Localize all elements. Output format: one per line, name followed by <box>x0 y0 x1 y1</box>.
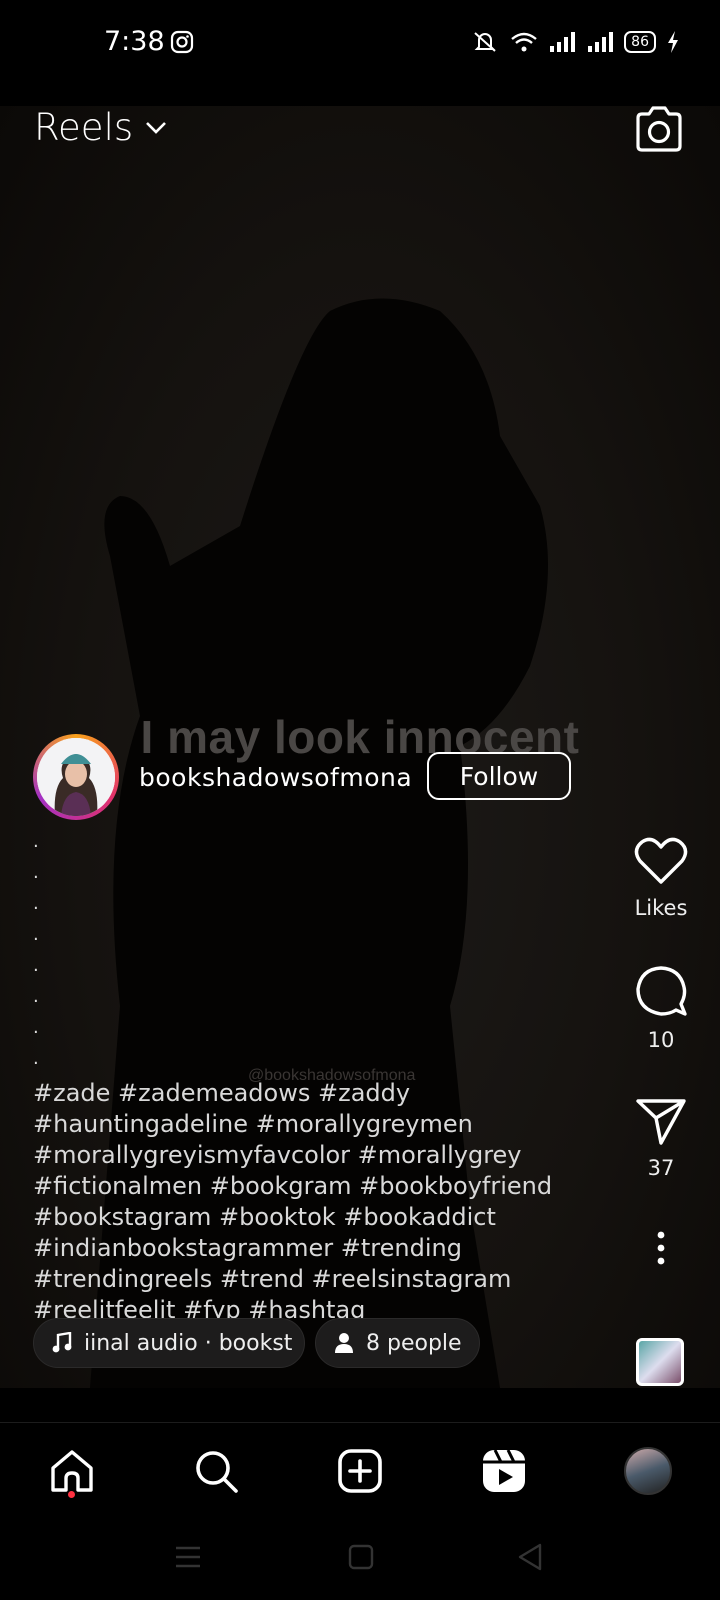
avatar-illustration <box>37 738 115 816</box>
comments-count: 10 <box>647 1028 675 1052</box>
charging-icon <box>668 31 678 53</box>
people-pill[interactable]: 8 people <box>315 1318 480 1368</box>
heart-icon[interactable] <box>634 836 688 886</box>
caption-dot: . <box>33 1017 39 1038</box>
author-username[interactable]: bookshadowsofmona <box>139 763 412 792</box>
caption-line: #fictionalmen #bookgram #bookboyfriend <box>33 1172 553 1200</box>
follow-button[interactable]: Follow <box>427 752 571 800</box>
caption-dot: . <box>33 893 39 914</box>
person-icon <box>334 1332 354 1354</box>
status-bar: 7:38 86 <box>0 0 720 106</box>
reels-header[interactable]: Reels <box>34 106 167 149</box>
nav-profile[interactable] <box>622 1445 674 1497</box>
avatar[interactable] <box>33 734 119 820</box>
search-icon[interactable] <box>193 1448 239 1494</box>
more-icon[interactable] <box>655 1230 667 1266</box>
caption-hashtags[interactable]: #zade #zademeadows #zaddy #hauntingadeli… <box>33 1078 593 1326</box>
page-title: Reels <box>34 106 134 149</box>
caption-dot: . <box>33 986 39 1007</box>
caption-line: #indianbookstagrammer #trending <box>33 1234 462 1262</box>
nav-search[interactable] <box>190 1445 242 1497</box>
camera-icon[interactable] <box>634 106 684 152</box>
caption-line: #morallygreyismyfavcolor #morallygrey <box>33 1141 522 1169</box>
home-notification-dot <box>68 1491 75 1498</box>
shares-count: 37 <box>647 1156 675 1180</box>
instagram-icon <box>170 30 194 54</box>
audio-label: iinal audio · bookst <box>84 1330 293 1356</box>
caption-dot: . <box>33 924 39 945</box>
status-icons: 86 <box>470 30 680 54</box>
battery-icon: 86 <box>624 31 656 53</box>
caption-line: #zade #zademeadows #zaddy <box>33 1079 411 1107</box>
status-time: 7:38 <box>104 26 165 57</box>
send-icon[interactable] <box>634 1096 688 1146</box>
reels-icon[interactable] <box>481 1448 527 1494</box>
audio-pill[interactable]: iinal audio · bookst <box>33 1318 305 1368</box>
reel-video[interactable]: I may look innocent @bookshadowsofmona R… <box>0 106 720 1388</box>
wifi-icon <box>511 32 537 52</box>
menu-icon[interactable] <box>174 1544 202 1570</box>
share-action[interactable]: 37 <box>628 1096 694 1180</box>
people-label: 8 people <box>366 1330 462 1356</box>
nav-home[interactable] <box>46 1445 98 1497</box>
audio-thumbnail[interactable] <box>636 1338 684 1386</box>
back-icon[interactable] <box>516 1542 544 1572</box>
comment-icon[interactable] <box>634 964 688 1018</box>
signal-icon <box>588 32 614 52</box>
nav-create[interactable] <box>334 1445 386 1497</box>
likes-label: Likes <box>634 896 688 920</box>
caption-dot: . <box>33 955 39 976</box>
system-navigation <box>0 1518 720 1600</box>
mute-icon <box>474 32 496 52</box>
caption-dot: . <box>33 862 39 883</box>
caption-dot: . <box>33 831 39 852</box>
caption-line: #hauntingadeline #morallygreymen <box>33 1110 473 1138</box>
caption-dot: . <box>33 1048 39 1069</box>
nav-reels[interactable] <box>478 1445 530 1497</box>
comment-action[interactable]: 10 <box>628 964 694 1052</box>
bottom-nav <box>0 1422 720 1519</box>
reel-author: bookshadowsofmona <box>33 734 412 820</box>
caption-line: #trendingreels #trend #reelsinstagram <box>33 1265 512 1293</box>
caption-line: #bookstagram #booktok #bookaddict <box>33 1203 496 1231</box>
home-button-icon[interactable] <box>348 1544 374 1570</box>
like-action[interactable]: Likes <box>628 836 694 920</box>
home-icon[interactable] <box>49 1448 95 1494</box>
more-action[interactable] <box>628 1230 694 1270</box>
add-icon[interactable] <box>337 1448 383 1494</box>
chevron-down-icon <box>146 121 167 134</box>
signal-icon <box>550 32 576 52</box>
caption-dots: . . . . . . . . <box>33 826 39 1074</box>
music-icon <box>52 1332 72 1354</box>
avatar[interactable] <box>624 1447 672 1495</box>
avatar-image <box>37 738 115 816</box>
